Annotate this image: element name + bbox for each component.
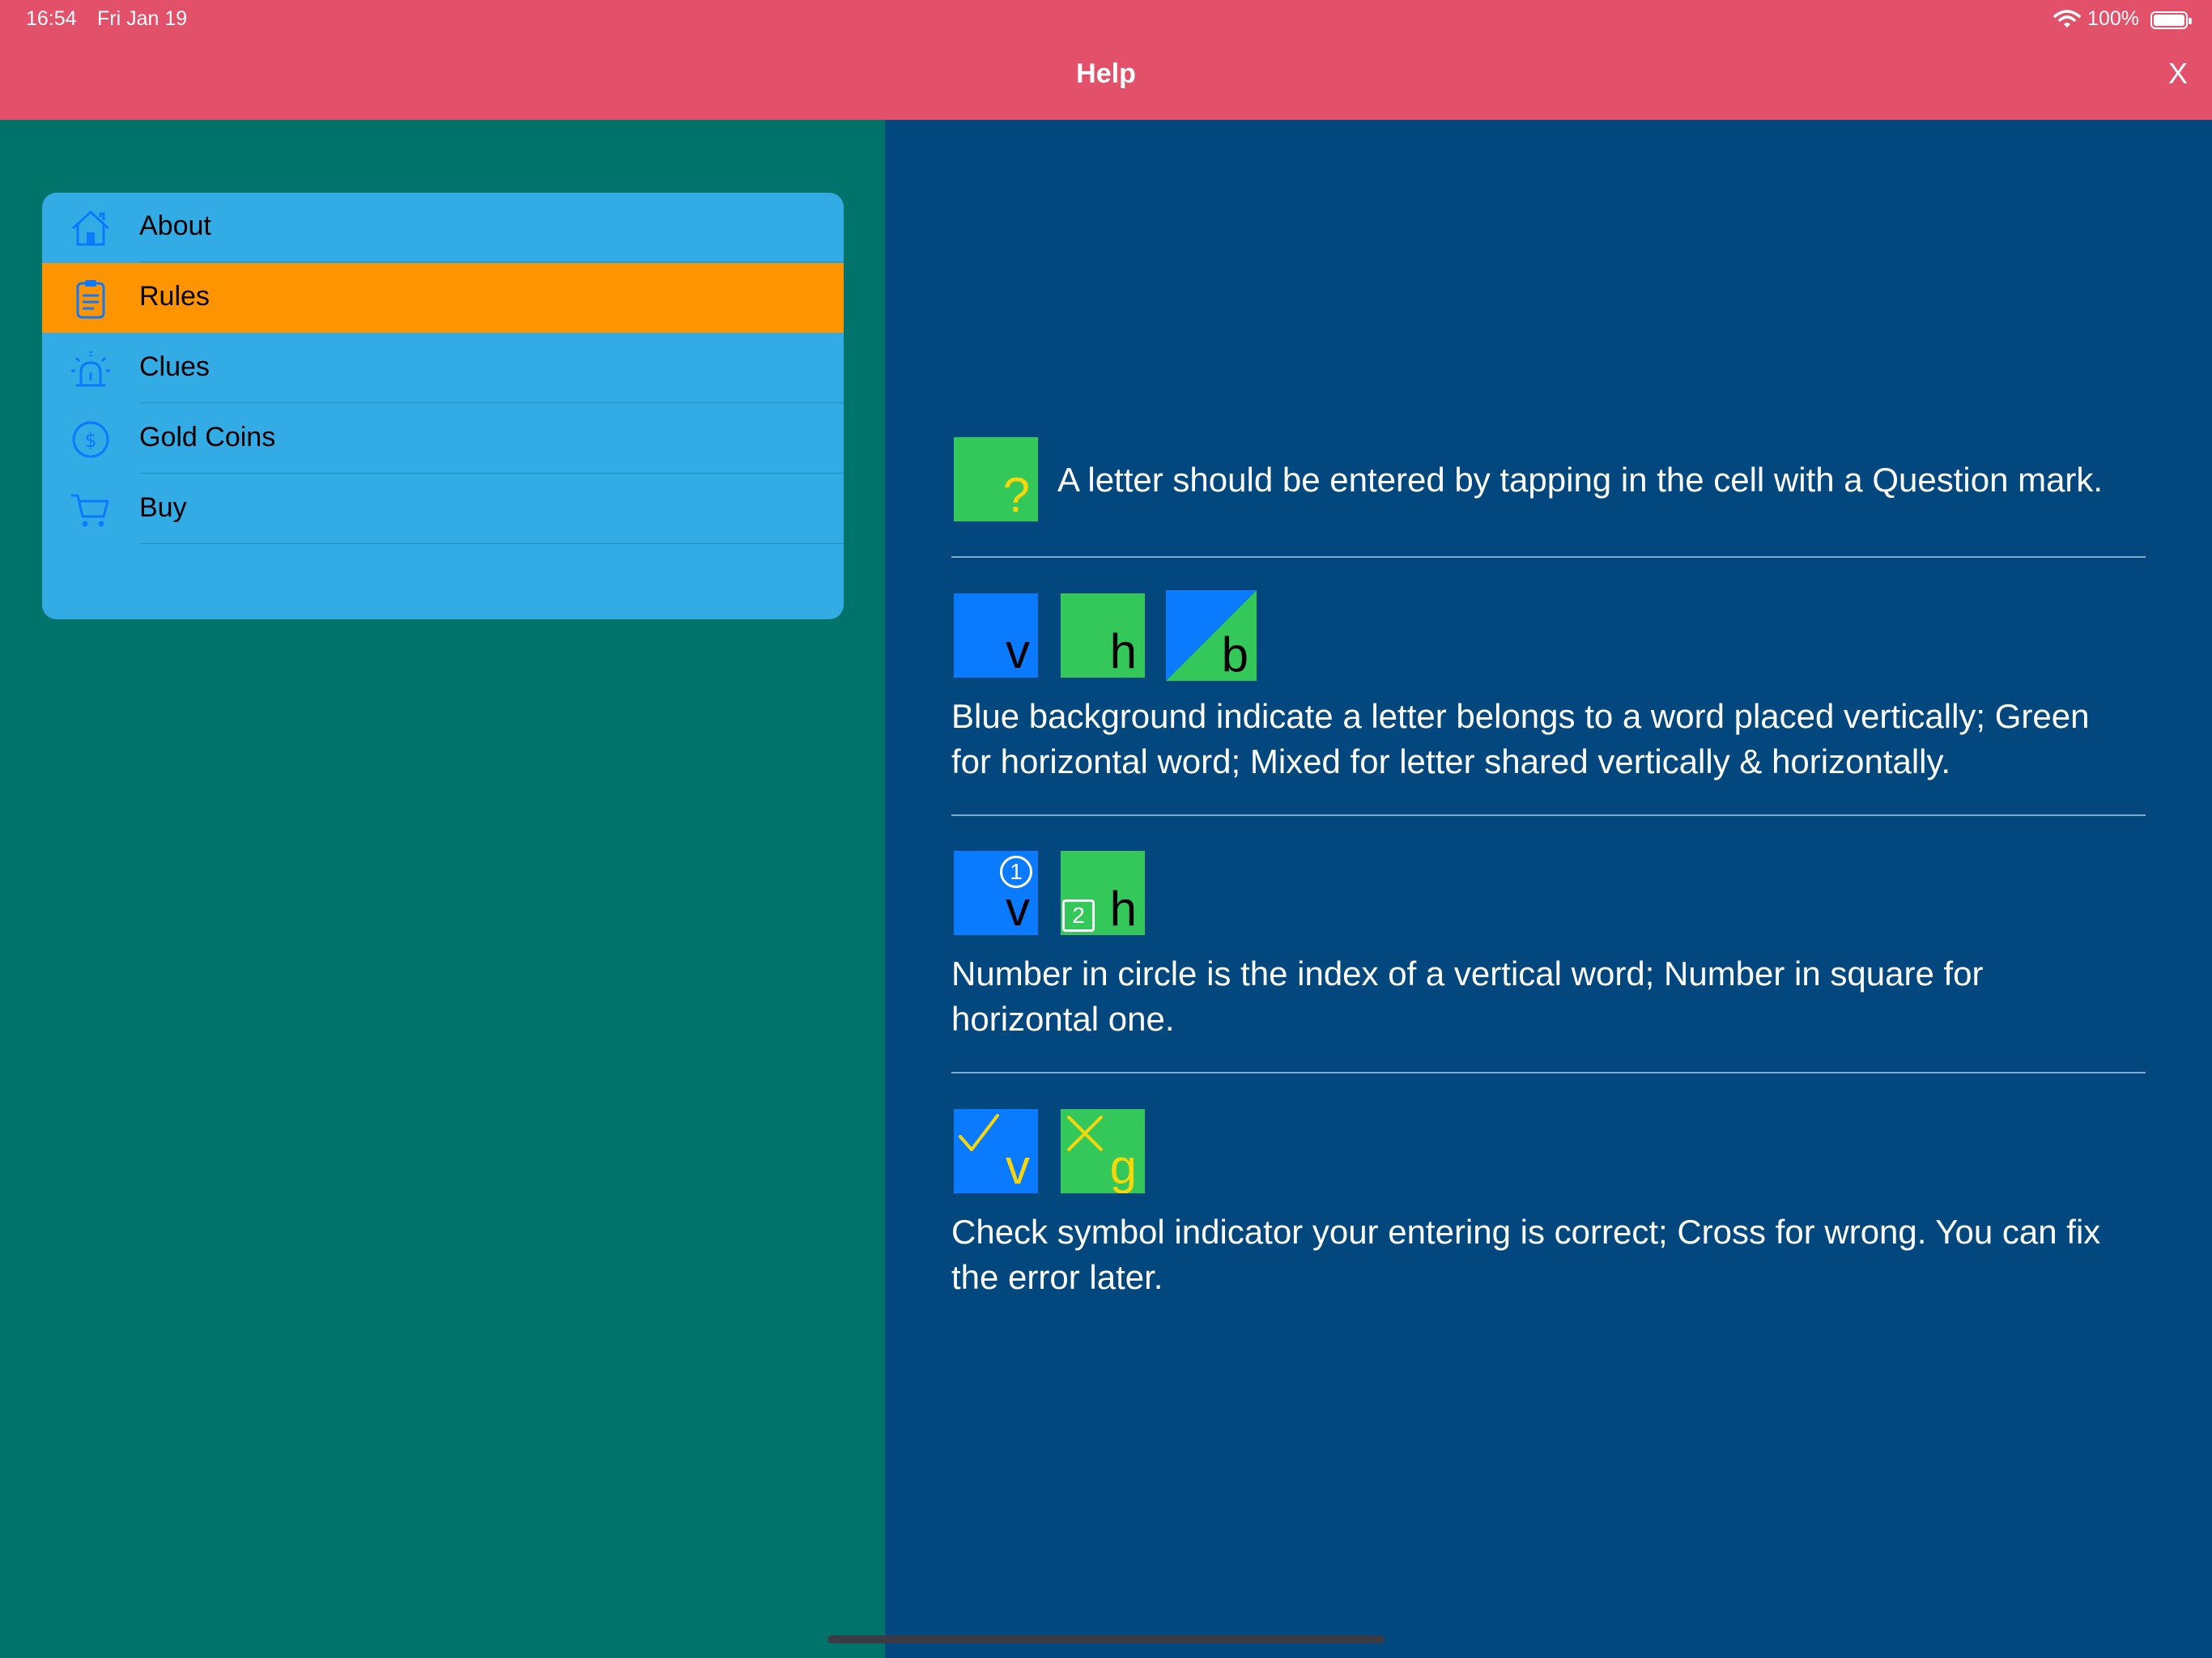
divider	[951, 1072, 2146, 1073]
separator	[139, 543, 844, 544]
cell-letter: h	[1109, 624, 1137, 678]
menu-item-about[interactable]: About	[42, 193, 844, 262]
square-index: 2	[1062, 899, 1095, 932]
menu-item-label: Rules	[139, 281, 210, 312]
checkmark-icon	[959, 1114, 999, 1151]
cell-letter: v	[1006, 624, 1030, 678]
menu-item-gold-coins[interactable]: $ Gold Coins	[42, 404, 844, 474]
battery-icon	[2150, 11, 2192, 29]
horizontal-cell-example: h	[1061, 593, 1145, 678]
correct-cell-example: v	[954, 1109, 1038, 1193]
close-button[interactable]: X	[2168, 57, 2188, 91]
clipboard-icon	[70, 278, 112, 320]
home-indicator	[827, 1635, 1385, 1643]
menu-item-buy[interactable]: Buy	[42, 474, 844, 544]
page-title: Help	[1076, 58, 1136, 89]
cell-letter: v	[1006, 1140, 1030, 1193]
separator	[139, 402, 844, 403]
vertical-cell-example: v	[954, 593, 1038, 678]
cell-letter: h	[1109, 882, 1137, 935]
alarm-light-icon	[70, 348, 112, 390]
cart-icon	[70, 489, 112, 531]
battery-percent: 100%	[2087, 7, 2139, 30]
wrong-cell-example: g	[1061, 1109, 1145, 1193]
menu-item-clues[interactable]: Clues	[42, 334, 844, 403]
wifi-icon	[2053, 10, 2081, 29]
status-time: 16:54	[26, 7, 77, 30]
cross-icon	[1067, 1116, 1103, 1151]
separator	[139, 473, 844, 474]
status-date: Fri Jan 19	[97, 7, 188, 30]
menu-item-label: Clues	[139, 351, 210, 382]
menu-item-label: About	[139, 210, 211, 241]
dollar-circle-icon: $	[70, 419, 112, 461]
cell-letter: v	[1006, 882, 1030, 935]
divider	[951, 556, 2146, 558]
navigation-bar: 16:54 Fri Jan 19 100% Help X	[0, 0, 2212, 120]
rule-2-text: Blue background indicate a letter belong…	[951, 697, 2090, 780]
menu-item-rules[interactable]: Rules	[42, 263, 844, 333]
cell-letter: b	[1221, 627, 1249, 681]
house-icon	[70, 207, 112, 249]
menu-item-label: Buy	[139, 492, 187, 523]
horizontal-index-cell-example: 2 h	[1061, 851, 1145, 935]
vertical-index-cell-example: 1 v	[954, 851, 1038, 935]
shared-cell-example: b	[1166, 590, 1257, 681]
question-cell-example: ?	[954, 437, 1038, 521]
cell-letter: g	[1109, 1140, 1137, 1193]
svg-text:$: $	[84, 429, 96, 452]
question-mark: ?	[1002, 468, 1030, 521]
rule-1-text: A letter should be entered by tapping in…	[1057, 461, 2104, 499]
separator	[139, 261, 844, 262]
rule-4-text: Check symbol indicator your entering is …	[951, 1213, 2101, 1296]
rule-3-text: Number in circle is the index of a verti…	[951, 954, 1984, 1038]
divider	[951, 814, 2146, 816]
menu-item-label: Gold Coins	[139, 422, 276, 453]
help-menu: About Rules Clues $ Gold Coins Buy	[42, 193, 844, 619]
